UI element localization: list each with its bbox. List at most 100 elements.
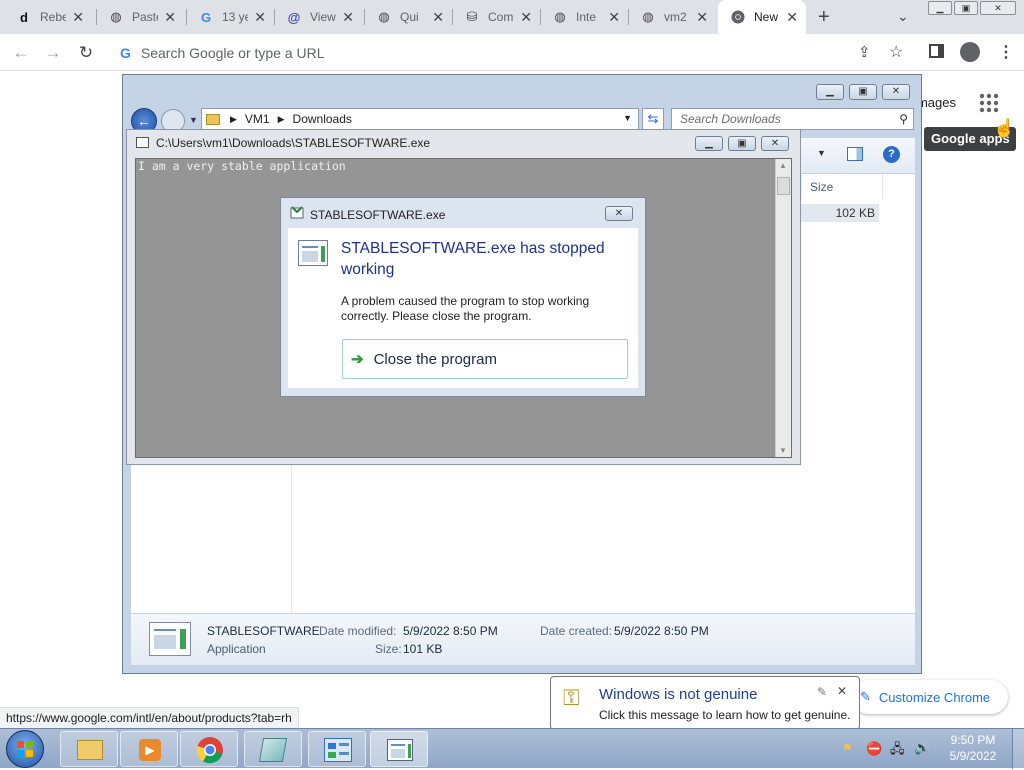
close-tab-icon[interactable]: ✕ (432, 9, 444, 26)
maximize-button[interactable]: ▣ (954, 1, 978, 15)
breadcrumb-arrow-icon: ▶ (230, 113, 237, 124)
close-window-button[interactable]: ✕ (980, 1, 1016, 15)
tab-title: Com (488, 10, 514, 24)
preview-pane-icon[interactable] (847, 147, 863, 161)
taskbar: ▶ ⚑ ⛔ 🖧 🔊 9:50 PM 5/9/2022 (0, 728, 1024, 769)
column-header-size[interactable]: Size (801, 174, 883, 200)
globe-icon: ◍ (110, 9, 122, 24)
tab-new-tab[interactable]: New ✕ (718, 0, 806, 34)
minimize-button[interactable]: ▁ (928, 1, 952, 15)
search-icon[interactable]: ⚲ (899, 109, 908, 129)
balloon-options-icon[interactable]: ✎ (817, 685, 827, 699)
close-tab-icon[interactable]: ✕ (786, 9, 798, 26)
size-label: Size: (375, 642, 402, 656)
search-downloads-input[interactable]: Search Downloads ⚲ (671, 108, 914, 130)
breadcrumb-vm1[interactable]: VM1 (245, 112, 270, 126)
taskbar-stablesoftware-button[interactable] (370, 731, 428, 767)
balloon-close-icon[interactable]: ✕ (837, 684, 847, 698)
mouse-cursor-icon: ☝ (993, 118, 1016, 138)
side-panel-icon[interactable] (929, 44, 944, 58)
network-icon[interactable]: 🖧 (890, 740, 905, 762)
tab-4[interactable]: @ View ✕ (274, 0, 362, 34)
dialog-close-button[interactable]: ✕ (605, 206, 633, 221)
file-row-size[interactable]: 102 KB (801, 204, 879, 222)
scroll-down-icon[interactable]: ▼ (779, 446, 787, 455)
close-tab-icon[interactable]: ✕ (72, 9, 84, 26)
network-error-icon[interactable]: ⛔ (866, 741, 882, 757)
chrome-icon (730, 9, 746, 25)
close-program-label: Close the program (373, 350, 497, 368)
balloon-title: Windows is not genuine (599, 686, 758, 703)
profile-avatar-icon[interactable] (960, 42, 980, 62)
scroll-up-icon[interactable]: ▲ (779, 161, 787, 170)
customize-chrome-label: Customize Chrome (878, 689, 991, 705)
close-tab-icon[interactable]: ✕ (254, 9, 266, 26)
new-tab-icon[interactable]: + (818, 6, 830, 29)
explorer-maximize-button[interactable]: ▣ (849, 84, 877, 100)
tab-search-chevron-icon[interactable]: ⌄ (897, 8, 909, 25)
close-tab-icon[interactable]: ✕ (608, 9, 620, 26)
close-program-button[interactable]: ➔ Close the program (342, 339, 628, 379)
share-icon[interactable]: ⇪ (858, 43, 871, 61)
help-icon[interactable]: ? (883, 146, 900, 163)
volume-icon[interactable]: 🔊 (914, 740, 930, 756)
date-created-value: 5/9/2022 8:50 PM (614, 624, 709, 638)
taskbar-chrome-button[interactable] (180, 731, 238, 767)
tab-8[interactable]: ◍ vm2 ✕ (628, 0, 716, 34)
tab-6[interactable]: ⛁ Com ✕ (452, 0, 540, 34)
close-tab-icon[interactable]: ✕ (342, 9, 354, 26)
taskbar-control-panel-button[interactable] (308, 731, 366, 767)
console-title: C:\Users\vm1\Downloads\STABLESOFTWARE.ex… (156, 136, 431, 150)
console-scrollbar[interactable]: ▲ ▼ (775, 159, 791, 457)
not-genuine-notification[interactable]: ⚿ Windows is not genuine Click this mess… (550, 676, 860, 730)
back-icon[interactable]: ← (10, 42, 32, 64)
green-arrow-icon: ➔ (351, 351, 364, 368)
refresh-icon[interactable]: ⇆ (642, 108, 664, 130)
close-tab-icon[interactable]: ✕ (696, 9, 708, 26)
google-apps-icon[interactable] (978, 92, 1000, 117)
forward-icon[interactable]: → (42, 42, 64, 64)
console-close-button[interactable]: ✕ (761, 136, 789, 151)
tab-title: Paste (132, 10, 158, 24)
bookmark-star-icon[interactable]: ☆ (889, 42, 903, 62)
tab-1[interactable]: d Rebe ✕ (4, 0, 92, 34)
program-icon (298, 240, 328, 266)
clock[interactable]: 9:50 PM 5/9/2022 (940, 732, 1006, 764)
tab-2[interactable]: ◍ Paste ✕ (96, 0, 184, 34)
close-tab-icon[interactable]: ✕ (164, 9, 176, 26)
recent-pages-chevron-icon[interactable]: ▼ (189, 115, 198, 125)
tab-title: Qui (400, 10, 419, 24)
taskbar-media-player-button[interactable]: ▶ (120, 731, 178, 767)
taskbar-notes-button[interactable] (244, 731, 302, 767)
date-modified-value: 5/9/2022 8:50 PM (403, 624, 498, 638)
start-button[interactable] (6, 730, 44, 768)
views-chevron-icon[interactable]: ▼ (817, 148, 826, 158)
tab-3[interactable]: G 13 ye ✕ (186, 0, 274, 34)
show-desktop-button[interactable] (1012, 729, 1024, 769)
explorer-minimize-button[interactable]: ▁ (816, 84, 844, 100)
omnibox[interactable]: G Search Google or type a URL (108, 38, 918, 67)
menu-kebab-icon[interactable]: ⋮ (998, 42, 1014, 62)
console-minimize-button[interactable]: ▁ (695, 136, 723, 151)
scrollbar-thumb[interactable] (777, 177, 790, 195)
action-center-flag-icon[interactable]: ⚑ (842, 741, 853, 755)
globe-icon: ◍ (554, 9, 566, 24)
address-dropdown-icon[interactable]: ▼ (623, 113, 632, 123)
dialog-title: STABLESOFTWARE.exe (310, 208, 446, 222)
console-maximize-button[interactable]: ▣ (728, 136, 756, 151)
reload-icon[interactable]: ↻ (75, 42, 97, 64)
breadcrumb-downloads[interactable]: Downloads (293, 112, 352, 126)
google-g-icon: G (120, 44, 131, 61)
explorer-close-button[interactable]: ✕ (882, 84, 910, 100)
tab-title: New (754, 10, 779, 24)
balloon-message: Click this message to learn how to get g… (599, 708, 851, 722)
tab-strip: d Rebe ✕ ◍ Paste ✕ G 13 ye ✕ @ View ✕ ◍ … (0, 0, 1024, 34)
customize-chrome-button[interactable]: ✎ Customize Chrome (852, 680, 1008, 714)
media-player-icon: ▶ (139, 739, 161, 761)
taskbar-explorer-button[interactable] (60, 731, 118, 767)
keys-icon: ⚿ (563, 685, 580, 710)
close-tab-icon[interactable]: ✕ (520, 9, 532, 26)
address-bar[interactable]: ▶ VM1 ▶ Downloads ▼ (201, 108, 639, 130)
tab-5[interactable]: ◍ Qui ✕ (364, 0, 452, 34)
tab-7[interactable]: ◍ Inte ✕ (540, 0, 628, 34)
